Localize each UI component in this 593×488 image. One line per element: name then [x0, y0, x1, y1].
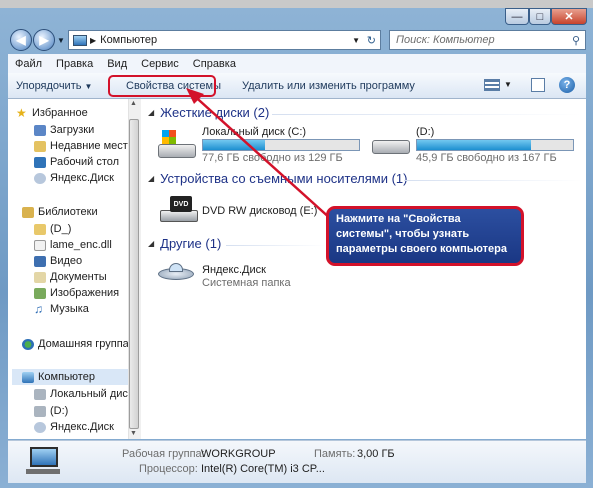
hard-drive-icon	[372, 140, 410, 154]
callout-arrow	[186, 88, 333, 221]
downloads-folder-icon	[34, 124, 46, 136]
computer-small-icon	[73, 34, 87, 46]
drive-d-usage-fill	[417, 140, 531, 150]
yandex-disk-tile-icon[interactable]	[158, 262, 196, 284]
preview-pane-icon[interactable]	[531, 78, 545, 92]
nav-local-disk[interactable]: Локальный диск	[34, 386, 133, 402]
forward-arrow-icon: ▶	[39, 33, 49, 47]
maximize-button[interactable]: □	[529, 8, 551, 25]
close-button[interactable]: ✕	[551, 8, 587, 25]
close-icon: ✕	[564, 11, 574, 23]
maximize-icon: □	[536, 10, 544, 23]
navigation-pane: ★ Избранное Загрузки Недавние места Рабоч…	[8, 99, 141, 439]
memory-value: 3,00 ГБ	[357, 448, 395, 460]
nav-images[interactable]: Изображения	[34, 285, 119, 301]
desktop-strip	[0, 0, 593, 8]
nav-desktop[interactable]: Рабочий стол	[34, 154, 119, 170]
cpu-label: Процессор:	[139, 463, 198, 475]
nav-favorites[interactable]: ★ Избранное	[16, 105, 88, 121]
back-button[interactable]: ◀	[10, 29, 32, 51]
hard-drive-icon	[34, 405, 46, 417]
documents-library-icon	[34, 271, 46, 283]
memory-label: Память:	[314, 448, 356, 460]
homegroup-icon	[22, 338, 34, 350]
pictures-library-icon	[34, 287, 46, 299]
computer-large-icon	[24, 447, 60, 475]
nav-yandex-disk[interactable]: Яндекс.Диск	[34, 170, 114, 186]
drive-d-free: 45,9 ГБ свободно из 167 ГБ	[416, 152, 557, 164]
nav-homegroup[interactable]: Домашняя группа	[22, 336, 129, 352]
breadcrumb-separator-icon: ▶	[90, 35, 97, 45]
drive-d-tile-icon[interactable]	[372, 136, 410, 158]
nav-drive-d[interactable]: (D:)	[34, 403, 68, 419]
menu-view[interactable]: Вид	[100, 58, 134, 70]
nav-downloads[interactable]: Загрузки	[34, 122, 94, 138]
callout-text: Нажмите на "Свойства системы", чтобы узн…	[336, 213, 507, 255]
collapse-chevron-icon: ◢	[148, 239, 155, 248]
nav-libraries[interactable]: Библиотеки	[22, 204, 98, 220]
nav-documents[interactable]: Документы	[34, 269, 107, 285]
desktop-icon	[34, 156, 46, 168]
libraries-icon	[22, 206, 34, 218]
nav-scrollbar-thumb[interactable]	[129, 119, 139, 429]
search-input[interactable]: Поиск: Компьютер ⚲	[389, 30, 586, 50]
menu-tools[interactable]: Сервис	[134, 58, 186, 70]
nav-recent[interactable]: Недавние места	[34, 138, 134, 154]
menu-edit[interactable]: Правка	[49, 58, 100, 70]
address-dropdown-icon[interactable]: ▼	[352, 36, 360, 45]
view-chevron-icon[interactable]: ▼	[504, 80, 512, 89]
address-bar[interactable]: ▶ Компьютер ▼ ↻	[68, 30, 381, 50]
organize-button[interactable]: Упорядочить ▼	[8, 80, 114, 92]
menu-bar: Файл Правка Вид Сервис Справка	[8, 54, 586, 73]
yandex-disk-type: Системная папка	[202, 277, 291, 289]
scroll-up-icon[interactable]: ▲	[130, 100, 137, 107]
group-divider	[404, 180, 582, 181]
recent-places-icon	[34, 140, 46, 152]
yandex-disk-icon	[34, 172, 46, 184]
nav-lame-enc[interactable]: lame_enc.dll	[34, 237, 112, 253]
folder-icon	[34, 223, 46, 235]
computer-icon	[22, 371, 34, 383]
details-pane: Рабочая группа: WORKGROUP Память: 3,00 Г…	[8, 440, 586, 483]
search-icon: ⚲	[571, 34, 580, 47]
nav-video[interactable]: Видео	[34, 253, 82, 269]
nav-computer[interactable]: Компьютер	[12, 369, 136, 385]
organize-label: Упорядочить	[16, 79, 82, 92]
hard-drive-icon	[34, 388, 46, 400]
minimize-icon: —	[511, 10, 523, 23]
view-options-icon[interactable]	[484, 79, 500, 91]
video-library-icon	[34, 255, 46, 267]
menu-help[interactable]: Справка	[186, 58, 243, 70]
drive-d-name[interactable]: (D:)	[416, 126, 434, 138]
nav-lib-d[interactable]: (D_)	[34, 221, 71, 237]
saucer-dome	[169, 263, 183, 272]
group-divider	[226, 245, 326, 246]
menu-file[interactable]: Файл	[8, 58, 49, 70]
back-arrow-icon: ◀	[16, 33, 26, 47]
file-icon	[34, 239, 46, 251]
nav-yandex-disk-2[interactable]: Яндекс.Диск	[34, 419, 114, 435]
star-icon: ★	[16, 105, 27, 120]
drive-d-usage-bar	[416, 139, 574, 151]
scroll-down-icon[interactable]: ▼	[130, 430, 137, 437]
workgroup-label: Рабочая группа:	[122, 448, 205, 460]
yandex-disk-icon	[34, 421, 46, 433]
refresh-icon[interactable]: ↻	[367, 34, 376, 47]
music-library-icon: ♫	[34, 301, 43, 316]
help-icon[interactable]: ?	[559, 77, 575, 93]
cpu-value: Intel(R) Core(TM) i3 CP...	[201, 463, 325, 475]
minimize-button[interactable]: —	[505, 8, 529, 25]
organize-chevron-icon: ▼	[84, 81, 93, 91]
workgroup-value: WORKGROUP	[201, 448, 276, 460]
recent-pages-chevron-icon[interactable]: ▼	[57, 36, 65, 45]
breadcrumb-computer[interactable]: Компьютер	[100, 34, 157, 46]
instruction-callout: Нажмите на "Свойства системы", чтобы узн…	[326, 206, 524, 266]
search-placeholder: Поиск: Компьютер	[396, 34, 495, 46]
yandex-disk-name[interactable]: Яндекс.Диск	[202, 264, 266, 276]
nav-music[interactable]: ♫ Музыка	[34, 301, 89, 317]
forward-button[interactable]: ▶	[33, 29, 55, 51]
